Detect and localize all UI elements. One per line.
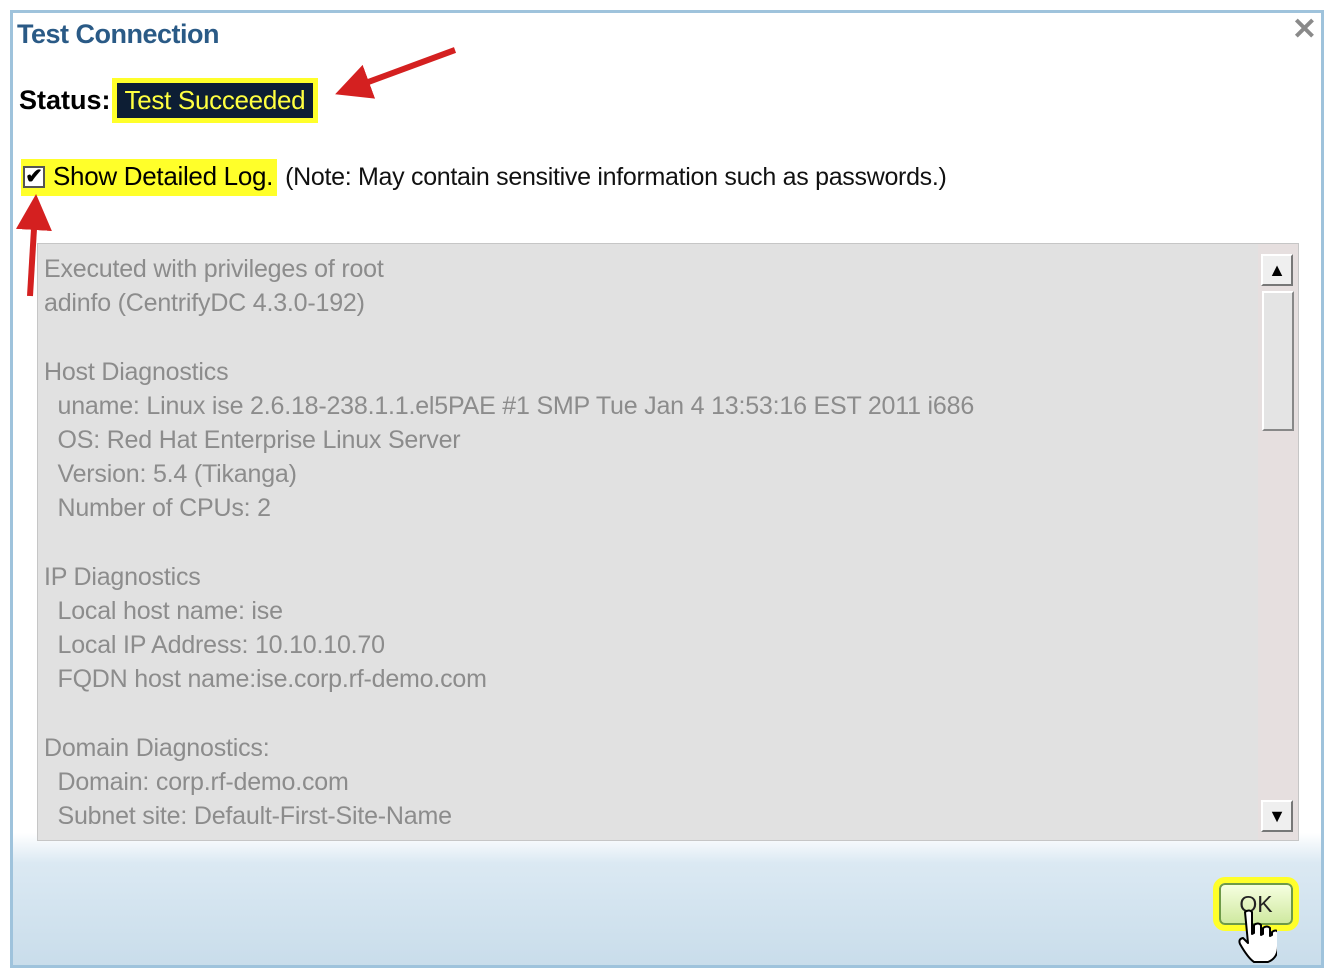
vertical-scrollbar[interactable]: ▲ ▼ xyxy=(1258,244,1298,840)
checkbox-checked-icon[interactable]: ✔ xyxy=(23,165,45,188)
close-icon[interactable]: ✕ xyxy=(1292,15,1317,45)
log-line: Local IP Address: 10.10.10.70 xyxy=(44,631,385,660)
log-lines: Executed with privileges of root adinfo … xyxy=(44,252,1254,833)
show-log-toggle[interactable]: ✔ Show Detailed Log. xyxy=(21,159,278,196)
log-line: FQDN host name:ise.corp.rf-demo.com xyxy=(44,665,487,694)
status-label: Status: xyxy=(19,85,111,115)
log-line: Version: 5.4 (Tikanga) xyxy=(44,460,297,489)
show-log-label[interactable]: Show Detailed Log. xyxy=(53,161,273,192)
test-connection-dialog: Test Connection ✕ Status: Test Succeeded… xyxy=(10,10,1324,968)
log-line: Local host name: ise xyxy=(44,596,283,625)
log-line: Domain Diagnostics: xyxy=(44,733,270,762)
status-row: Status: Test Succeeded xyxy=(19,78,319,123)
show-log-row: ✔ Show Detailed Log. (Note: May contain … xyxy=(21,159,947,196)
scroll-up-arrow-icon[interactable]: ▲ xyxy=(1261,254,1293,286)
detailed-log-textarea[interactable]: Executed with privileges of root adinfo … xyxy=(37,243,1299,841)
log-line: IP Diagnostics xyxy=(44,562,201,591)
log-line: Domain: corp.rf-demo.com xyxy=(44,767,349,796)
scroll-thumb[interactable] xyxy=(1262,291,1294,431)
log-line: Number of CPUs: 2 xyxy=(44,494,271,523)
log-line: adinfo (CentrifyDC 4.3.0-192) xyxy=(44,289,365,318)
log-line: OS: Red Hat Enterprise Linux Server xyxy=(44,425,461,454)
scroll-down-arrow-icon[interactable]: ▼ xyxy=(1261,800,1293,832)
dialog-title: Test Connection xyxy=(17,19,220,49)
log-line: Subnet site: Default-First-Site-Name xyxy=(44,802,452,830)
log-line: Executed with privileges of root xyxy=(44,255,384,283)
sensitive-info-note: (Note: May contain sensitive information… xyxy=(285,163,947,191)
log-line: Host Diagnostics xyxy=(44,357,229,386)
hand-cursor-icon xyxy=(1238,909,1277,963)
log-line: uname: Linux ise 2.6.18-238.1.1.el5PAE #… xyxy=(44,391,975,420)
status-value: Test Succeeded xyxy=(111,78,319,123)
